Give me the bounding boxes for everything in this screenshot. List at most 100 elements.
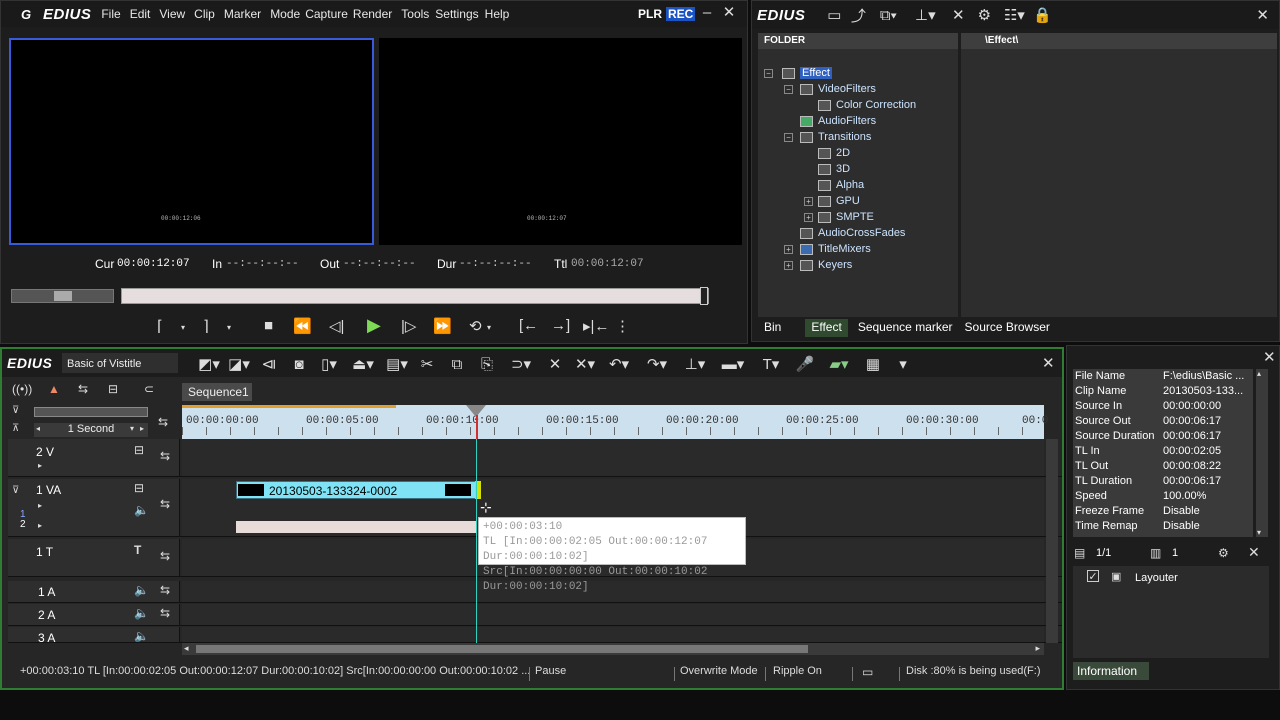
step-back-icon[interactable]: ◁|: [329, 317, 344, 335]
track-2a-speaker-icon[interactable]: 🔈: [134, 606, 149, 620]
collapse-icon[interactable]: ⊼: [12, 423, 19, 434]
scale-dropdown[interactable]: ◂ 1 Second ▾ ▸: [34, 423, 148, 437]
track-1a-speaker-icon[interactable]: 🔈: [134, 583, 149, 597]
save-project-icon[interactable]: ▯▾: [318, 355, 340, 373]
timeline-hscroll[interactable]: ◂ ▸: [182, 643, 1044, 655]
tree-transitions[interactable]: Transitions: [800, 129, 871, 145]
more-dropdown-icon[interactable]: ⋮: [615, 317, 630, 335]
overwrite-icon[interactable]: →]: [551, 317, 570, 334]
paste-icon[interactable]: ⎘: [476, 355, 498, 373]
layer-item-layouter[interactable]: ✓ ▣ Layouter: [1073, 570, 1269, 586]
hscroll-thumb[interactable]: [196, 645, 808, 653]
expand-transitions-icon[interactable]: −: [784, 133, 793, 142]
set-in-icon[interactable]: ⌈: [157, 317, 163, 335]
bin-close-icon[interactable]: ✕: [1256, 6, 1269, 24]
info-close-icon[interactable]: ✕: [1263, 348, 1276, 366]
audio-clip[interactable]: [236, 521, 476, 533]
track-3a-speaker-icon[interactable]: 🔈: [134, 629, 149, 642]
tree-effect[interactable]: Effect: [782, 65, 832, 81]
info-vscroll[interactable]: ▴ ▾: [1256, 369, 1268, 537]
copy-icon[interactable]: ⧉: [446, 355, 468, 373]
track-1va-expand2-icon[interactable]: ▸: [38, 521, 42, 530]
position-knob[interactable]: [700, 287, 708, 305]
set-out-icon[interactable]: ⌉: [203, 317, 209, 335]
track-1va-expand-icon[interactable]: ▸: [38, 501, 42, 510]
undo-icon[interactable]: ↶▾: [604, 355, 634, 373]
expand-gpu-icon[interactable]: +: [804, 197, 813, 206]
track-lock-icon[interactable]: ⊽: [12, 405, 19, 416]
track-1t-title-icon[interactable]: T: [134, 543, 141, 557]
loop-dropdown-icon[interactable]: ▾: [487, 323, 491, 332]
tab-sequence-marker[interactable]: Sequence marker: [852, 319, 959, 337]
track-3a-body[interactable]: [182, 627, 1044, 642]
minimize-icon[interactable]: –: [699, 4, 715, 21]
tab-effect[interactable]: Effect: [805, 319, 848, 337]
track-2a-sync-icon[interactable]: ⇆: [160, 606, 170, 620]
export-icon[interactable]: ⏏▾: [348, 355, 378, 373]
monitor-icon[interactable]: ▭: [862, 665, 873, 679]
view-icon[interactable]: ☷▾: [997, 6, 1031, 24]
track-2v-sync-icon[interactable]: ⇆: [160, 449, 170, 463]
layer-stack-icon[interactable]: ▥: [1150, 546, 1161, 560]
snapshot-icon[interactable]: ◙: [288, 355, 310, 373]
voiceover-icon[interactable]: 🎤: [794, 355, 816, 373]
tree-2d[interactable]: 2D: [818, 145, 850, 161]
menu-file[interactable]: File: [101, 7, 120, 21]
expand-effect-icon[interactable]: −: [764, 69, 773, 78]
track-1a-sync-icon[interactable]: ⇆: [160, 583, 170, 597]
match-frame-icon[interactable]: ▸|←: [583, 317, 609, 335]
menu-marker[interactable]: Marker: [224, 7, 261, 21]
timeline-ruler[interactable]: 00:00:00:00 00:00:05:00 00:00:10:00 00:0…: [182, 405, 1048, 439]
step-forward-icon[interactable]: |▷: [401, 317, 416, 335]
delete-clip-icon[interactable]: ✕: [544, 355, 566, 373]
close-icon[interactable]: ✕: [721, 3, 737, 21]
open-project-icon[interactable]: ◪▾: [228, 355, 250, 373]
layer-list-icon[interactable]: ▤: [1074, 546, 1085, 560]
layer-delete-icon[interactable]: ✕: [1248, 544, 1260, 561]
fast-forward-icon[interactable]: ⏩: [433, 317, 452, 335]
menu-clip[interactable]: Clip: [194, 7, 215, 21]
track-1t-sync-icon[interactable]: ⇆: [160, 549, 170, 563]
menu-settings[interactable]: Settings: [435, 7, 478, 21]
track-2v-expand-icon[interactable]: ▸: [38, 461, 42, 470]
sequence-tab[interactable]: Sequence1: [182, 383, 252, 401]
menu-capture[interactable]: Capture: [305, 7, 348, 21]
tab-source-browser[interactable]: Source Browser: [959, 319, 1056, 337]
expand-keyers-icon[interactable]: +: [784, 261, 793, 270]
cut-icon[interactable]: ✂: [416, 355, 438, 373]
menu-view[interactable]: View: [159, 7, 185, 21]
tree-color-correction[interactable]: Color Correction: [818, 97, 916, 113]
position-slider[interactable]: [121, 287, 709, 305]
plr-toggle[interactable]: PLR: [638, 7, 662, 21]
video-clip[interactable]: 20130503-133324-0002: [236, 481, 481, 499]
layer-settings-icon[interactable]: ⚙: [1218, 546, 1229, 560]
shuttle-slider[interactable]: [11, 289, 114, 303]
hscroll-left-icon[interactable]: ◂: [184, 643, 189, 654]
title-add-icon[interactable]: T▾: [756, 355, 786, 373]
link-icon[interactable]: ⇆: [78, 382, 88, 396]
lock-icon[interactable]: 🔒: [1031, 6, 1053, 24]
track-1va-video-icon[interactable]: ⊟: [134, 481, 144, 495]
ripple-delete-icon[interactable]: ✕▾: [574, 355, 596, 373]
ruler-settings-icon[interactable]: ⇆: [158, 415, 168, 429]
menu-tools[interactable]: Tools: [401, 7, 429, 21]
tree-3d[interactable]: 3D: [818, 161, 850, 177]
add-to-timeline-icon[interactable]: ⊥▾: [905, 6, 945, 24]
status-ripple[interactable]: Ripple On: [773, 665, 822, 677]
zoom-slider[interactable]: [34, 407, 148, 417]
loop-icon[interactable]: ⟲: [469, 317, 482, 335]
magnet-icon[interactable]: ⊂: [144, 382, 154, 396]
tree-alpha[interactable]: Alpha: [818, 177, 864, 193]
track-vscroll[interactable]: [1046, 439, 1058, 643]
grid-icon[interactable]: ▦: [862, 355, 884, 373]
track-2v-video-icon[interactable]: ⊟: [134, 443, 144, 457]
menu-mode[interactable]: Mode: [270, 7, 300, 21]
info-tab[interactable]: Information: [1073, 662, 1149, 680]
tree-audiocrossfades[interactable]: AudioCrossFades: [800, 225, 905, 241]
marker-icon[interactable]: ▲: [48, 382, 60, 396]
delete-icon[interactable]: ✕: [945, 6, 971, 24]
in-dropdown-icon[interactable]: ▾: [181, 323, 185, 332]
status-overwrite[interactable]: Overwrite Mode: [680, 665, 758, 677]
tree-smpte[interactable]: SMPTE: [818, 209, 874, 225]
new-sequence-icon[interactable]: ◩▾: [198, 355, 220, 373]
